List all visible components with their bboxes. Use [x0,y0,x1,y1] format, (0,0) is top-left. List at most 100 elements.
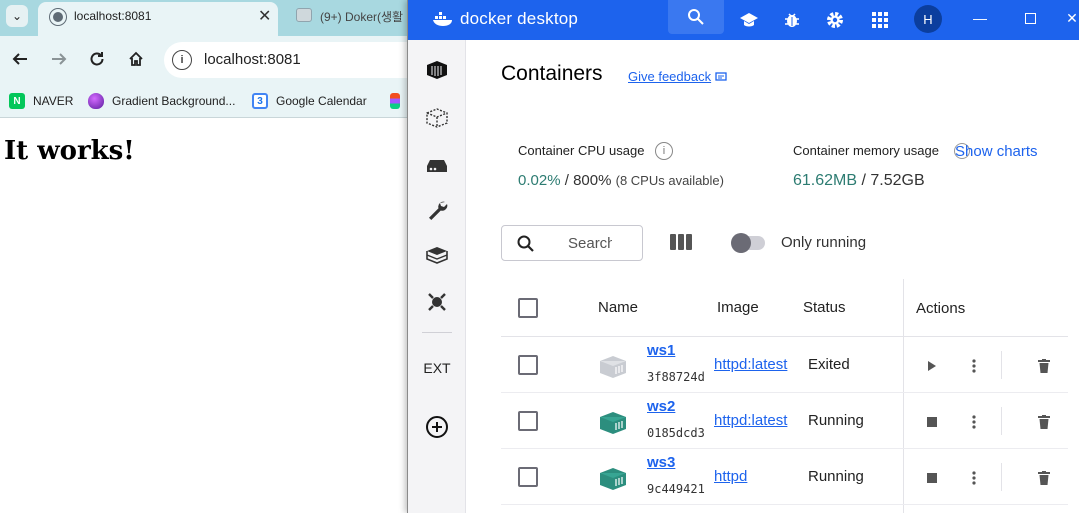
select-all-checkbox[interactable] [518,298,538,318]
sidebar-item-containers[interactable] [424,57,450,83]
cpu-used: 0.02% [518,172,561,189]
bookmark-label: NAVER [33,94,74,108]
container-id: 9c449421 [647,482,705,496]
trash-icon [1038,415,1050,429]
table-header: Name Image Status Actions [501,279,1068,337]
bookmark-gradient-background[interactable]: Gradient Background... [88,92,235,110]
row-checkbox[interactable] [518,467,538,487]
stack-cube-icon [426,247,448,264]
wrench-icon [429,201,448,220]
address-bar-url[interactable]: localhost:8081 [204,51,301,68]
search-icon [688,9,704,25]
learning-center-button[interactable] [737,8,761,32]
add-extension-button[interactable] [424,414,450,440]
forward-button[interactable] [46,46,72,72]
memory-usage-label: Container memory usage [793,143,939,158]
bookmark-google-calendar[interactable]: 3 Google Calendar [252,92,367,110]
sidebar-divider [422,332,452,333]
table-row[interactable]: ws1 3f88724d httpd:latest Exited [501,337,1068,393]
container-status: Exited [808,356,850,373]
close-icon[interactable]: ✕ [258,6,271,26]
only-running-label: Only running [781,234,867,251]
action-separator [1001,407,1002,435]
column-header-status[interactable]: Status [803,299,846,316]
cpu-max: 800% [573,172,612,189]
container-name-link[interactable]: ws1 [647,342,675,359]
sidebar-item-images[interactable] [424,105,450,131]
stop-button[interactable] [919,465,945,491]
container-image-link[interactable]: httpd:latest [714,356,794,373]
image-cube-icon [426,108,448,128]
column-header-name[interactable]: Name [598,299,638,316]
table-row[interactable]: ws3 9c449421 httpd Running [501,449,1068,505]
search-placeholder: Search [568,235,612,252]
show-charts-button[interactable]: Show charts [955,143,1038,160]
feedback-icon [715,71,727,81]
start-button[interactable] [919,353,945,379]
troubleshoot-button[interactable] [780,8,804,32]
tab-title: localhost:8081 [74,9,152,23]
delete-button[interactable] [1031,353,1057,379]
maximize-button[interactable] [1018,8,1042,28]
home-button[interactable] [123,46,149,72]
sidebar-item-scout[interactable] [424,289,450,315]
avatar[interactable]: H [914,5,942,33]
bug-icon [785,13,799,27]
sidebar-item-volumes[interactable] [424,153,450,179]
add-circle-icon [426,416,448,438]
row-checkbox[interactable] [518,411,538,431]
columns-toggle-button[interactable] [670,234,692,252]
chevron-down-icon: ⌄ [11,9,23,23]
container-name-link[interactable]: ws2 [647,398,675,415]
home-icon [129,51,143,66]
toggle-knob [731,233,751,253]
delete-button[interactable] [1031,409,1057,435]
stop-button[interactable] [919,409,945,435]
grid-icon [872,12,888,28]
container-running-icon [600,468,626,490]
bookmark-figma[interactable] [390,92,408,110]
figma-icon [390,93,400,109]
reload-button[interactable] [84,46,110,72]
column-header-actions: Actions [916,300,966,317]
memory-usage-value: 61.62MB / 7.52GB [793,172,925,189]
tab-search-button[interactable]: ⌄ [6,5,28,27]
container-image-link[interactable]: httpd [714,468,794,485]
sidebar-item-builds[interactable] [424,243,450,269]
stop-icon [927,473,937,483]
containers-table: Name Image Status Actions ws1 3f88724d h… [501,279,1068,513]
table-row[interactable]: ws2 0185dcd3 httpd:latest Running [501,393,1068,449]
bookmark-naver[interactable]: N NAVER [9,92,73,110]
graduation-cap-icon [740,13,758,27]
arrow-right-icon [52,53,67,65]
give-feedback-link[interactable]: Give feedback [628,69,727,84]
container-search-input[interactable]: Search [501,225,643,261]
container-status: Running [808,468,864,485]
column-header-image[interactable]: Image [717,299,759,316]
browser-tab-inactive[interactable]: (9+) Doker(생활 [290,2,410,32]
container-stopped-icon [600,356,626,378]
browser-tab-active[interactable]: localhost:8081 ✕ [38,2,278,36]
more-actions-button[interactable] [961,465,987,491]
extensions-grid-button[interactable] [868,8,892,32]
sidebar-item-dev-environments[interactable] [424,197,450,223]
more-actions-button[interactable] [961,353,987,379]
info-icon[interactable]: i [655,142,673,160]
row-checkbox[interactable] [518,355,538,375]
minimize-button[interactable]: — [968,8,992,28]
close-window-button[interactable]: ✕ [1060,8,1079,28]
only-running-toggle[interactable] [731,233,765,253]
settings-button[interactable] [823,8,847,32]
minimize-icon: — [973,10,987,26]
site-info-icon[interactable]: i [172,50,192,70]
back-button[interactable] [7,46,33,72]
docker-header: docker desktop H — ✕ [408,0,1079,40]
more-actions-button[interactable] [961,409,987,435]
container-name-link[interactable]: ws3 [647,454,675,471]
kebab-menu-icon [972,471,976,485]
container-image-link[interactable]: httpd:latest [714,412,794,429]
delete-button[interactable] [1031,465,1057,491]
sidebar-extensions-label: EXT [423,360,451,376]
play-icon [928,361,936,371]
global-search-button[interactable] [668,0,724,34]
